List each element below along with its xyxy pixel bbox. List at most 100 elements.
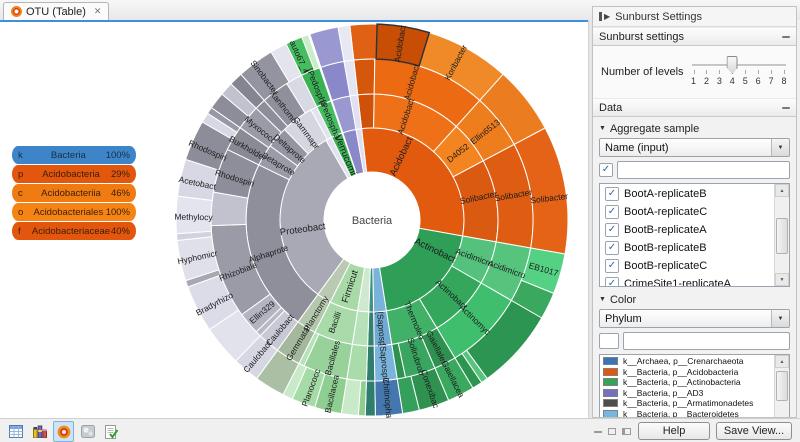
- group-label: Sunburst settings: [599, 31, 684, 43]
- minimize-panel-icon[interactable]: [594, 431, 602, 433]
- slider-ticks: 12345678: [694, 49, 784, 95]
- slider-tick: [771, 70, 772, 74]
- phylum-color-item[interactable]: k__Bacteria, p__Actinobacteria: [601, 377, 775, 388]
- phylum-label: k__Bacteria, p__Bacteroidetes: [623, 409, 739, 417]
- select-all-checkbox[interactable]: ✓: [599, 163, 613, 177]
- levels-slider[interactable]: 12345678: [690, 49, 788, 95]
- sample-label: BootB-replicateB: [624, 242, 707, 254]
- sample-checkbox[interactable]: ✓: [605, 259, 619, 273]
- stacked-column-view-icon[interactable]: [29, 421, 50, 442]
- slider-tick-label: 4: [730, 76, 735, 86]
- sample-list-item[interactable]: ✓ BootB-replicateB: [601, 239, 775, 257]
- phylum-label: k__Bacteria, p__Actinobacteria: [623, 377, 741, 387]
- aggregate-sample-label: Aggregate sample: [610, 123, 699, 135]
- tab-close-icon[interactable]: ✕: [94, 6, 102, 17]
- data-group-header[interactable]: Data: [593, 98, 796, 117]
- tooltip-name: Acidobacteriales: [31, 207, 106, 218]
- sunburst-segment[interactable]: [350, 24, 377, 60]
- scroll-up-icon[interactable]: ▲: [775, 355, 789, 368]
- tooltip-row: pAcidobacteria29%: [12, 165, 136, 183]
- sunburst-segment[interactable]: [365, 381, 375, 416]
- sample-list-item[interactable]: ✓ BootB-replicateA: [601, 221, 775, 239]
- help-button[interactable]: Help: [638, 422, 710, 440]
- samples-list[interactable]: ✓BootA-replicateB✓BootA-replicateC✓BootB…: [599, 183, 790, 287]
- sunburst-view-area: AcidobactActinobactFirmicutProteobactVer…: [0, 22, 588, 418]
- sample-checkbox[interactable]: ✓: [605, 241, 619, 255]
- panel-header: ▶ Sunburst Settings: [593, 7, 796, 27]
- sample-filter-row: ✓: [599, 161, 790, 179]
- collapse-group-icon[interactable]: [782, 107, 790, 109]
- sample-label: BootA-replicateC: [624, 206, 707, 218]
- tooltip-rank: p: [18, 169, 31, 180]
- save-view-button[interactable]: Save View...: [716, 422, 792, 440]
- sunburst-center-label: Bacteria: [352, 215, 393, 227]
- phylum-label: k__Archaea, p__Crenarchaeota: [623, 356, 744, 366]
- aggregate-sample-combo[interactable]: Name (input) ▼: [599, 138, 790, 157]
- slider-tick: [706, 70, 707, 74]
- sample-checkbox[interactable]: ✓: [605, 205, 619, 219]
- heatmap-view-icon[interactable]: [77, 421, 98, 442]
- scroll-up-icon[interactable]: ▲: [775, 184, 789, 197]
- tooltip-name: Acidobacteriia: [31, 188, 111, 199]
- collapse-group-icon[interactable]: [782, 36, 790, 38]
- sample-list-item[interactable]: ✓CrimeSite1-replicateA: [601, 275, 775, 287]
- slider-tick-label: 7: [769, 76, 774, 86]
- sample-list-item[interactable]: ✓ BootA-replicateC: [601, 203, 775, 221]
- taxonomy-tooltip: kBacteria100%pAcidobacteria29%cAcidobact…: [12, 146, 136, 241]
- phylum-color-item[interactable]: k__Bacteria, p__Acidobacteria: [601, 367, 775, 378]
- phylum-label: k__Bacteria, p__Armatimonadetes: [623, 398, 753, 408]
- sample-label: BootB-replicateA: [624, 224, 707, 236]
- sample-label: BootA-replicateB: [624, 188, 707, 200]
- phylum-color-item[interactable]: k__Archaea, p__Crenarchaeota: [601, 356, 775, 367]
- phylum-color-item[interactable]: k__Bacteria, p__AD3: [601, 388, 775, 399]
- sample-checkbox[interactable]: ✓: [605, 223, 619, 237]
- tab-otu-table[interactable]: OTU (Table) ✕: [3, 2, 109, 20]
- color-swatch-button[interactable]: [599, 333, 619, 349]
- levels-box: Number of levels 12345678: [593, 46, 796, 98]
- panel-collapse-icon[interactable]: ▶: [599, 12, 610, 21]
- sunburst-segment-selected[interactable]: [376, 24, 429, 66]
- combo-arrow-icon[interactable]: ▼: [771, 139, 789, 156]
- sample-list-item[interactable]: ✓ BootA-replicateB: [601, 185, 775, 203]
- sample-checkbox[interactable]: ✓: [605, 277, 619, 287]
- samples-scrollbar[interactable]: ▲ ▼: [774, 184, 789, 286]
- combo-arrow-icon[interactable]: ▼: [771, 310, 789, 327]
- tooltip-percent: 46%: [111, 188, 130, 199]
- sunburst-view-icon[interactable]: [53, 421, 74, 442]
- report-view-icon[interactable]: [101, 421, 122, 442]
- color-filter-row: [599, 332, 790, 350]
- color-combo[interactable]: Phylum ▼: [599, 309, 790, 328]
- sunburst-segment[interactable]: [375, 379, 403, 416]
- phylum-color-item[interactable]: k__Bacteria, p__Armatimonadetes: [601, 398, 775, 409]
- aggregate-sample-disclosure[interactable]: ▼ Aggregate sample: [599, 121, 790, 136]
- sunburst-settings-group-header[interactable]: Sunburst settings: [593, 27, 796, 46]
- chevron-down-icon: ▼: [599, 125, 606, 132]
- color-rows: k__Archaea, p__Crenarchaeotak__Bacteria,…: [601, 356, 775, 417]
- float-panel-icon[interactable]: [608, 428, 616, 435]
- tooltip-percent: 100%: [106, 207, 130, 218]
- scroll-down-icon[interactable]: ▼: [775, 273, 789, 286]
- colors-scrollbar[interactable]: ▲ ▼: [774, 355, 789, 417]
- scrollbar-thumb[interactable]: [776, 371, 788, 401]
- slider-tick-label: 3: [717, 76, 722, 86]
- dock-panel-icon[interactable]: [622, 428, 631, 435]
- scrollbar-thumb[interactable]: [776, 218, 788, 254]
- color-disclosure[interactable]: ▼ Color: [599, 292, 790, 307]
- color-swatch: [603, 378, 618, 386]
- phylum-color-list[interactable]: k__Archaea, p__Crenarchaeotak__Bacteria,…: [599, 354, 790, 417]
- sample-list-item[interactable]: ✓BootB-replicateC: [601, 257, 775, 275]
- sample-checkbox[interactable]: ✓: [605, 187, 619, 201]
- slider-thumb[interactable]: [727, 56, 738, 74]
- sample-filter-input[interactable]: [617, 161, 790, 179]
- phylum-label: k__Bacteria, p__Acidobacteria: [623, 367, 738, 377]
- panel-window-controls: [594, 428, 631, 435]
- table-view-icon[interactable]: [5, 421, 26, 442]
- sunburst-settings-panel: ▶ Sunburst Settings Sunburst settings Nu…: [592, 6, 797, 418]
- phylum-color-item[interactable]: k__Bacteria, p__Bacteroidetes: [601, 409, 775, 418]
- sunburst-segment[interactable]: [176, 196, 212, 234]
- color-swatch: [603, 389, 618, 397]
- color-swatch: [603, 368, 618, 376]
- color-filter-input[interactable]: [623, 332, 790, 350]
- slider-tick: [694, 70, 695, 74]
- color-label: Color: [610, 294, 636, 306]
